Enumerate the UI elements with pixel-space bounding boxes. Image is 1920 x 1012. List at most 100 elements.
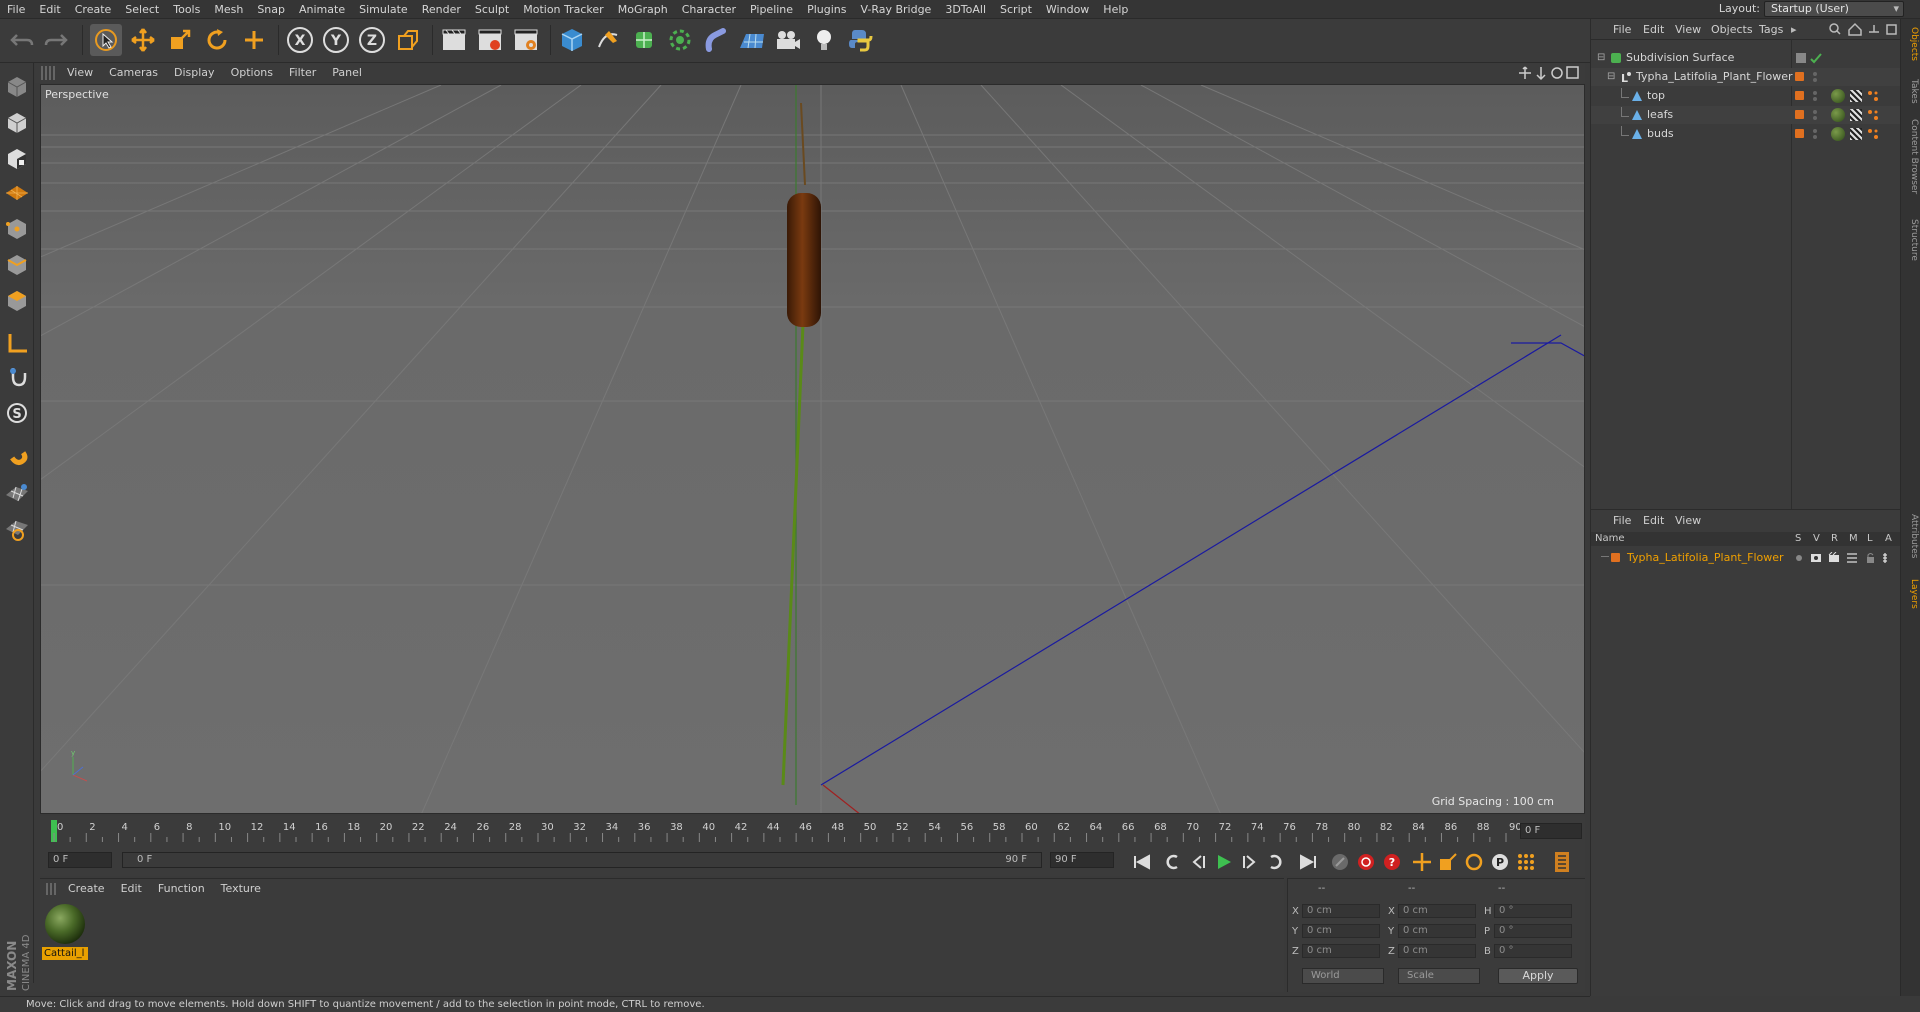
material-menu-texture[interactable]: Texture [213,879,269,895]
menu-edit[interactable]: Edit [32,0,67,19]
objmgr-menu-file[interactable]: File [1613,23,1631,36]
layer-row[interactable]: Typha_Latifolia_Plant_Flower [1591,549,1901,567]
menu-tools[interactable]: Tools [166,0,207,19]
uvw-tag-icon[interactable] [1850,128,1862,140]
rotate-icon[interactable] [201,24,233,56]
position-z-field[interactable]: 0 cm [1302,944,1380,958]
keyframe-selection-icon[interactable]: ? [1380,851,1404,873]
move-icon[interactable] [127,24,159,56]
timeline-ruler[interactable]: 0 2 4 6 8 10 12 14 16 18 20 22 24 26 28 30 32 34 36 38 40 42 4… [40,816,1585,846]
menu-snap[interactable]: Snap [250,0,292,19]
preview-range-slider[interactable]: 0 F 90 F [122,852,1042,868]
layer-color-swatch[interactable] [1611,553,1620,562]
light-icon[interactable] [808,24,840,56]
menu-help[interactable]: Help [1096,0,1135,19]
end-frame-field[interactable]: 90 F [1050,852,1114,868]
material-swatch[interactable] [44,903,86,945]
apply-button[interactable]: Apply [1498,968,1578,984]
goto-end-icon[interactable] [1296,851,1320,873]
array-icon[interactable] [664,24,696,56]
material-tag-icon[interactable] [1831,89,1845,103]
magnet-icon[interactable] [3,443,31,471]
material-name-label[interactable]: Cattail_l [42,947,88,960]
object-row-top[interactable]: top [1591,87,1901,105]
position-x-field[interactable]: 0 cm [1302,904,1380,918]
layer-toggle-icons[interactable] [1795,552,1899,564]
record-active-icon[interactable] [1328,851,1352,873]
render-view-icon[interactable] [438,24,470,56]
key-position-icon[interactable] [1410,851,1434,873]
polygons-mode-icon[interactable] [3,287,31,315]
viewport-menu-panel[interactable]: Panel [324,63,370,79]
menu-3dtoall[interactable]: 3DToAll [938,0,993,19]
edges-mode-icon[interactable] [3,251,31,279]
model-mode-icon[interactable] [3,109,31,137]
axis-x-icon[interactable]: X [284,24,316,56]
tab-takes[interactable]: Takes [1903,79,1919,104]
grip-icon[interactable] [46,883,58,895]
viewport-menu-cameras[interactable]: Cameras [101,63,166,79]
select-pointer-icon[interactable] [90,24,122,56]
play-icon[interactable] [1212,851,1236,873]
menu-mograph[interactable]: MoGraph [611,0,675,19]
objmgr-menu-view[interactable]: View [1675,23,1701,36]
menu-window[interactable]: Window [1039,0,1096,19]
object-row-typha-latifolia[interactable]: ⊟ L Typha_Latifolia_Plant_Flower [1591,68,1901,86]
collapse-icon[interactable]: ⊟ [1597,52,1605,63]
objmgr-menu-tags[interactable]: Tags [1759,23,1783,36]
menu-pipeline[interactable]: Pipeline [743,0,800,19]
menu-script[interactable]: Script [993,0,1039,19]
layers-menu-file[interactable]: File [1613,514,1631,527]
objmgr-menu-objects[interactable]: Objects [1711,23,1753,36]
next-key-icon[interactable] [1264,851,1288,873]
visibility-toggle-icon[interactable] [1795,51,1825,65]
prev-key-icon[interactable] [1160,851,1184,873]
viewport-menu-options[interactable]: Options [223,63,281,79]
viewport-menu-display[interactable]: Display [166,63,223,79]
collapse-icon[interactable]: ⊟ [1607,71,1615,82]
material-tag-icon[interactable] [1831,127,1845,141]
coordinate-system-icon[interactable] [392,24,424,56]
tab-content-browser[interactable]: Content Browser [1903,119,1919,194]
key-scale-icon[interactable] [1436,851,1460,873]
axis-z-icon[interactable]: Z [356,24,388,56]
texture-mode-icon[interactable] [3,145,31,173]
menu-motion-tracker[interactable]: Motion Tracker [516,0,610,19]
start-frame-field[interactable]: 0 F [48,852,112,868]
size-z-field[interactable]: 0 cm [1398,944,1476,958]
workplane-icon[interactable] [3,179,31,207]
viewport-menu-view[interactable]: View [59,63,101,79]
axis-y-icon[interactable]: Y [320,24,352,56]
size-x-field[interactable]: 0 cm [1398,904,1476,918]
autokey-icon[interactable] [1354,851,1378,873]
tab-attributes[interactable]: Attributes [1903,514,1919,558]
selection-tag-icon[interactable] [1867,90,1879,102]
objmgr-more-icon[interactable]: ▸ [1791,23,1797,36]
uvw-tag-icon[interactable] [1850,90,1862,102]
material-menu-create[interactable]: Create [60,879,113,895]
layer-color-swatch[interactable] [1795,91,1804,100]
rotation-h-field[interactable]: 0 ° [1494,904,1572,918]
layers-menu-view[interactable]: View [1675,514,1701,527]
selection-tag-icon[interactable] [1867,128,1879,140]
cube-primitive-icon[interactable] [556,24,588,56]
python-icon[interactable] [844,24,876,56]
visibility-dots-icon[interactable] [1811,127,1819,141]
tab-objects[interactable]: Objects [1903,27,1919,61]
scale-icon[interactable] [164,24,196,56]
menu-animate[interactable]: Animate [292,0,352,19]
undo-icon[interactable] [6,24,38,56]
layer-color-swatch[interactable] [1795,110,1804,119]
render-picture-viewer-icon[interactable] [474,24,506,56]
tweak-icon[interactable] [3,363,31,391]
menu-file[interactable]: File [0,0,32,19]
size-mode-dropdown[interactable]: Scale [1398,968,1480,984]
snap-settings-icon[interactable] [3,515,31,543]
viewport-nav-icons[interactable] [1519,65,1579,81]
prev-frame-icon[interactable] [1186,851,1210,873]
menu-create[interactable]: Create [68,0,119,19]
rotation-p-field[interactable]: 0 ° [1494,924,1572,938]
object-row-subdivision-surface[interactable]: ⊟ Subdivision Surface [1591,49,1901,67]
next-frame-icon[interactable] [1238,851,1262,873]
menu-character[interactable]: Character [675,0,743,19]
